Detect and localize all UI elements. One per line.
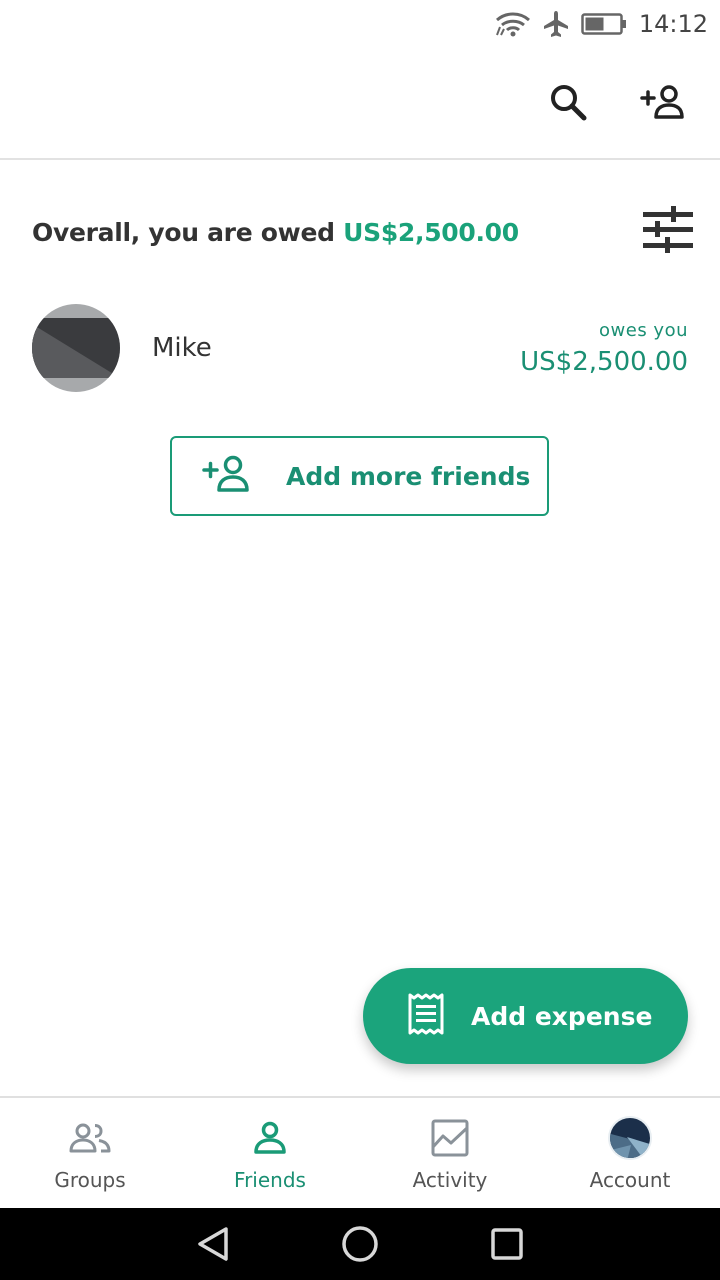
back-icon[interactable] [196, 1226, 230, 1262]
home-icon[interactable] [341, 1225, 379, 1263]
balance-amount: US$2,500.00 [520, 346, 688, 377]
balance-label: owes you [599, 319, 688, 341]
add-person-icon [202, 455, 252, 498]
status-time: 14:12 [638, 10, 708, 38]
bottom-nav: Groups Friends Activity Account [0, 1096, 720, 1208]
battery-icon [581, 12, 627, 36]
balance-summary: Overall, you are owed US$2,500.00 [32, 200, 693, 264]
chart-icon [431, 1116, 469, 1160]
airplane-icon [543, 10, 569, 38]
account-avatar [607, 1116, 653, 1160]
add-person-icon [640, 84, 688, 125]
friend-avatar [32, 304, 120, 392]
friend-row[interactable]: Mike owes you US$2,500.00 [32, 300, 688, 396]
add-expense-button[interactable]: Add expense [363, 968, 688, 1064]
nav-item-friends[interactable]: Friends [180, 1098, 360, 1208]
groups-icon [68, 1116, 112, 1160]
summary-text: Overall, you are owed US$2,500.00 [32, 218, 519, 247]
nav-item-account[interactable]: Account [540, 1098, 720, 1208]
search-button[interactable] [540, 76, 596, 132]
nav-label-groups: Groups [54, 1168, 126, 1192]
friend-name: Mike [152, 333, 212, 363]
nav-label-activity: Activity [412, 1168, 488, 1192]
nav-item-groups[interactable]: Groups [0, 1098, 180, 1208]
add-more-label: Add more friends [286, 461, 531, 491]
friend-balance: owes you US$2,500.00 [520, 320, 688, 377]
nav-item-activity[interactable]: Activity [360, 1098, 540, 1208]
summary-amount: US$2,500.00 [343, 217, 519, 247]
add-expense-label: Add expense [471, 1001, 653, 1031]
filter-button[interactable] [640, 204, 696, 260]
summary-prefix: Overall, you are owed [32, 217, 344, 247]
nav-label-account: Account [589, 1168, 671, 1192]
recents-icon[interactable] [490, 1227, 524, 1261]
sliders-icon [643, 205, 693, 259]
app-bar [0, 48, 720, 160]
receipt-icon [407, 993, 445, 1040]
nav-label-friends: Friends [234, 1168, 306, 1192]
add-friend-button[interactable] [636, 76, 692, 132]
system-nav-bar [0, 1208, 720, 1280]
status-bar: 14:12 [0, 0, 720, 48]
person-icon [252, 1116, 288, 1160]
search-icon [548, 82, 588, 127]
wifi-icon [495, 11, 531, 37]
add-more-friends-button[interactable]: Add more friends [170, 436, 549, 516]
